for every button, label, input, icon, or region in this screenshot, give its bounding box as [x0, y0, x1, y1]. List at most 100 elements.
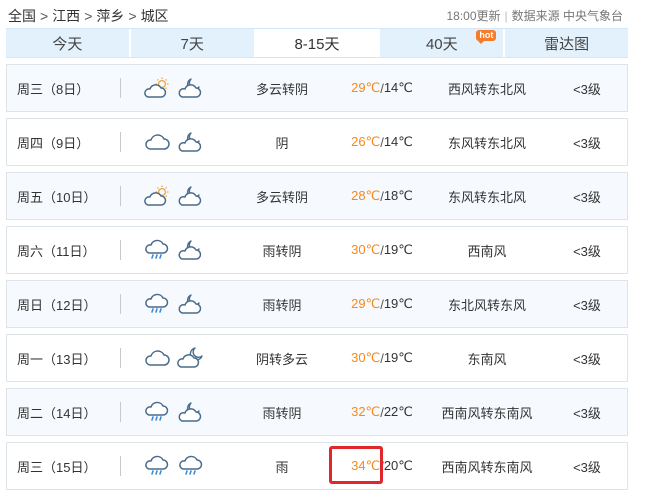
- forecast-row: 周三（8日） 多云转阴 29℃/14℃ 西风转东北风 <3级: [6, 64, 628, 112]
- breadcrumb-item-country[interactable]: 全国: [8, 8, 36, 24]
- partly-cloudy-icon: [143, 76, 171, 100]
- low-temperature: 19℃: [383, 296, 413, 311]
- low-temperature: 22℃: [383, 404, 413, 419]
- cloud-icon: [143, 346, 171, 370]
- row-divider: [120, 456, 121, 476]
- partly-cloudy-icon: [143, 184, 171, 208]
- day-label: 周三（8日）: [17, 81, 90, 97]
- wind-direction: 西风转东北风: [447, 81, 526, 97]
- breadcrumb-separator: >: [40, 8, 49, 24]
- low-temperature: 14℃: [383, 80, 413, 95]
- breadcrumb-separator: >: [128, 8, 137, 24]
- breadcrumb-separator: >: [84, 8, 93, 24]
- day-label: 周四（9日）: [17, 135, 90, 151]
- tab-label: 8-15天: [294, 35, 340, 53]
- low-temperature: 14℃: [383, 134, 413, 149]
- top-bar: 全国 > 江西 > 萍乡 > 城区 18:00更新 | 数据来源 中央气象台: [0, 0, 645, 28]
- high-temperature: 28℃: [351, 188, 381, 203]
- temperature-range: 30℃/19℃: [342, 335, 422, 381]
- cloudy-night-icon: [177, 130, 205, 154]
- row-divider: [120, 78, 121, 98]
- day-label: 周日（12日）: [17, 297, 97, 313]
- day-label: 周二（14日）: [17, 405, 97, 421]
- tab-radar[interactable]: 雷达图: [505, 29, 628, 57]
- tab-8-15-days[interactable]: 8-15天: [255, 29, 381, 57]
- high-temperature: 29℃: [351, 80, 381, 95]
- day-label: 周五（10日）: [17, 189, 97, 205]
- weather-icons: [143, 335, 213, 381]
- highlight-box: [329, 446, 383, 484]
- day-label: 周一（13日）: [17, 351, 97, 367]
- wind-level: <3级: [573, 81, 601, 97]
- forecast-row: 周日（12日） 雨转阴 29℃/19℃ 东北风转东风 <3级: [6, 280, 628, 328]
- high-temperature: 30℃: [351, 350, 381, 365]
- low-temperature: 20℃: [383, 458, 413, 473]
- weather-description: 雨转阴: [262, 405, 302, 421]
- temperature-range: 32℃/22℃: [342, 389, 422, 435]
- forecast-list: 周三（8日） 多云转阴 29℃/14℃ 西风转东北风 <3级 周四（9日）阴 26℃/14℃…: [6, 64, 628, 496]
- moon-cloud-icon: [177, 346, 205, 370]
- breadcrumb-item-district: 城区: [140, 8, 169, 24]
- wind-level: <3级: [573, 189, 601, 205]
- weather-description: 雨转阴: [262, 297, 302, 313]
- breadcrumb-item-province[interactable]: 江西: [52, 8, 80, 24]
- weather-icons: [143, 227, 213, 273]
- update-time: 18:00更新: [446, 9, 501, 23]
- row-divider: [120, 348, 121, 368]
- wind-direction: 西南风: [467, 243, 507, 259]
- forecast-row: 周二（14日） 雨转阴 32℃/22℃ 西南风转东南风 <3级: [6, 388, 628, 436]
- cloudy-night-icon: [177, 238, 205, 262]
- forecast-row: 周六（11日） 雨转阴 30℃/19℃ 西南风 <3级: [6, 226, 628, 274]
- weather-icons: [143, 173, 213, 219]
- wind-direction: 西南风转东南风: [441, 459, 533, 475]
- low-temperature: 19℃: [383, 242, 413, 257]
- forecast-row: 周五（10日） 多云转阴 28℃/18℃ 东风转东北风 <3级: [6, 172, 628, 220]
- breadcrumb-item-city[interactable]: 萍乡: [96, 8, 124, 24]
- rain-icon: [143, 292, 171, 316]
- update-info: 18:00更新 | 数据来源 中央气象台: [447, 7, 624, 24]
- weather-description: 阴转多云: [255, 351, 308, 367]
- tab-label: 40天: [425, 35, 458, 53]
- high-temperature: 30℃: [351, 242, 381, 257]
- rain-icon: [143, 454, 171, 478]
- wind-level: <3级: [573, 297, 601, 313]
- row-divider: [120, 186, 121, 206]
- breadcrumb: 全国 > 江西 > 萍乡 > 城区: [8, 6, 169, 26]
- wind-level: <3级: [573, 405, 601, 421]
- row-divider: [120, 240, 121, 260]
- cloudy-night-icon: [177, 76, 205, 100]
- weather-icons: [143, 281, 213, 327]
- weather-description: 雨: [275, 459, 289, 475]
- tab-label: 7天: [180, 35, 204, 53]
- weather-icons: [143, 119, 213, 165]
- temperature-range: 26℃/14℃: [342, 119, 422, 165]
- rain-icon: [143, 238, 171, 262]
- tab-40-days[interactable]: 40天 hot: [380, 29, 506, 57]
- wind-direction: 东南风: [467, 351, 507, 367]
- row-divider: [120, 294, 121, 314]
- cloudy-night-icon: [177, 400, 205, 424]
- temperature-range: 30℃/19℃: [342, 227, 422, 273]
- day-label: 周三（15日）: [17, 459, 97, 475]
- weather-description: 雨转阴: [262, 243, 302, 259]
- wind-level: <3级: [573, 459, 601, 475]
- forecast-row: 周四（9日） 阴 26℃/14℃ 东风转东北风 <3级: [6, 118, 628, 166]
- wind-direction: 东风转东北风: [447, 189, 526, 205]
- temperature-range: 29℃/14℃: [342, 65, 422, 111]
- forecast-row: 周一（13日） 阴转多云 30℃/19℃ 东南风 <3级: [6, 334, 628, 382]
- wind-direction: 东风转东北风: [447, 135, 526, 151]
- tab-today[interactable]: 今天: [6, 29, 131, 57]
- low-temperature: 18℃: [383, 188, 413, 203]
- high-temperature: 26℃: [351, 134, 381, 149]
- row-divider: [120, 402, 121, 422]
- tab-7-days[interactable]: 7天: [131, 29, 256, 57]
- row-divider: [120, 132, 121, 152]
- weather-description: 多云转阴: [255, 189, 308, 205]
- wind-direction: 东北风转东风: [447, 297, 526, 313]
- weather-description: 阴: [275, 135, 289, 151]
- forecast-tabs: 今天 7天 8-15天 40天 hot 雷达图: [6, 28, 628, 58]
- data-source: 数据来源 中央气象台: [511, 9, 623, 23]
- tab-label: 雷达图: [544, 35, 590, 53]
- wind-level: <3级: [573, 351, 601, 367]
- weather-icons: [143, 443, 213, 489]
